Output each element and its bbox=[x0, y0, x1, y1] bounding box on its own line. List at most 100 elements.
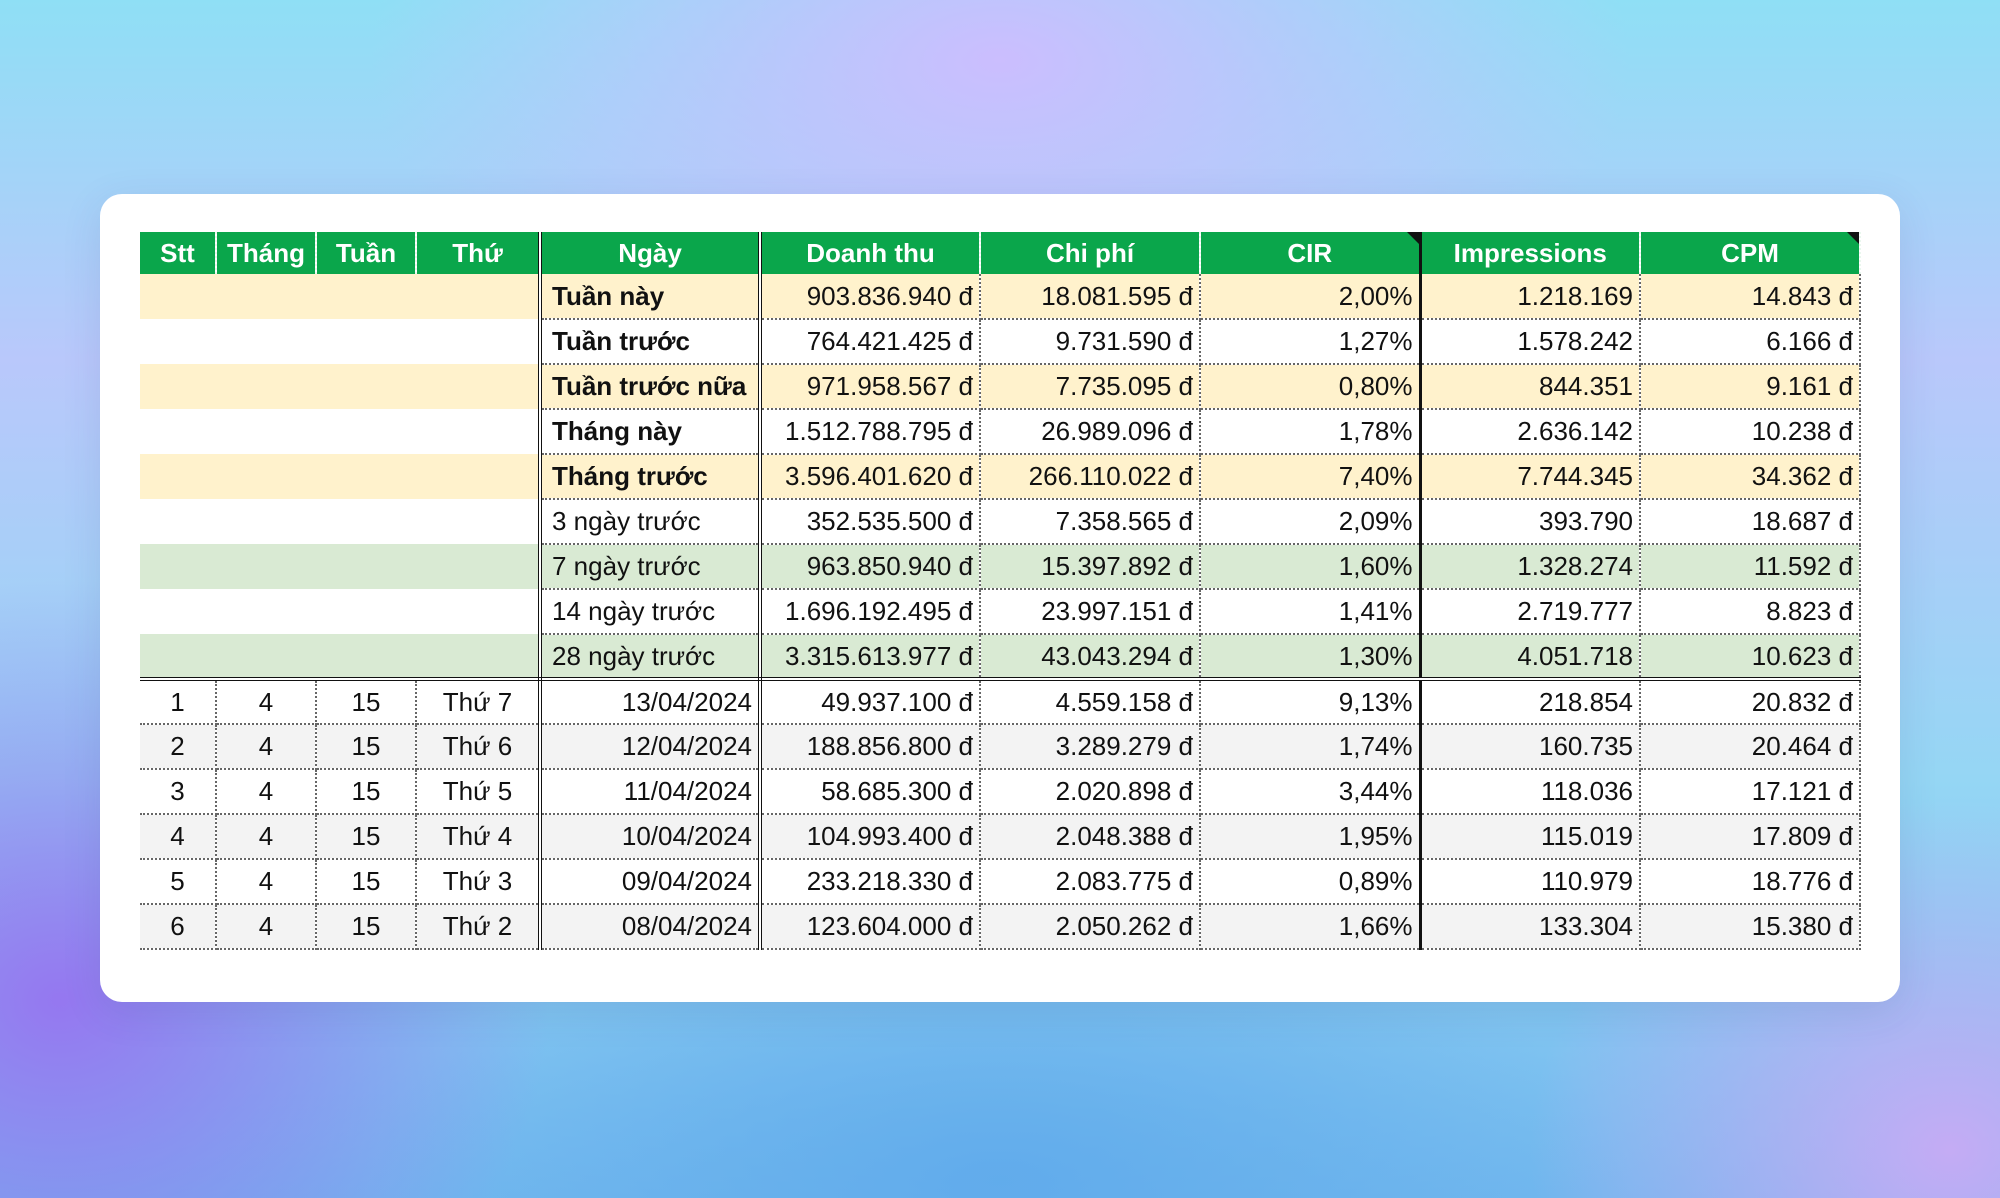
ngay-cell[interactable]: 08/04/2024 bbox=[540, 904, 762, 950]
summary-label[interactable]: Tuần trước bbox=[540, 319, 762, 365]
empty-cell[interactable] bbox=[140, 454, 216, 499]
doanh-thu-cell[interactable]: 49.937.100 đ bbox=[760, 679, 981, 725]
thu-cell[interactable]: Thứ 3 bbox=[416, 859, 542, 905]
stt-cell[interactable]: 6 bbox=[140, 904, 217, 950]
cir-cell[interactable]: 1,66% bbox=[1200, 904, 1422, 950]
cpm-cell[interactable]: 20.464 đ bbox=[1640, 724, 1861, 770]
col-header-ngay[interactable]: Ngày bbox=[540, 232, 762, 274]
cir-cell[interactable]: 9,13% bbox=[1200, 679, 1422, 725]
chi-phi-cell[interactable]: 3.289.279 đ bbox=[980, 724, 1201, 770]
doanh-thu-cell[interactable]: 352.535.500 đ bbox=[760, 499, 981, 545]
empty-cell[interactable] bbox=[140, 319, 216, 364]
cpm-cell[interactable]: 6.166 đ bbox=[1640, 319, 1861, 365]
empty-cell[interactable] bbox=[316, 364, 416, 409]
cpm-cell[interactable]: 34.362 đ bbox=[1640, 454, 1861, 500]
empty-cell[interactable] bbox=[316, 634, 416, 681]
chi-phi-cell[interactable]: 2.083.775 đ bbox=[980, 859, 1201, 905]
col-header-impressions[interactable]: Impressions bbox=[1420, 232, 1641, 274]
empty-cell[interactable] bbox=[316, 544, 416, 589]
summary-label[interactable]: 28 ngày trước bbox=[540, 634, 762, 681]
chi-phi-cell[interactable]: 4.559.158 đ bbox=[980, 679, 1201, 725]
col-header-thu[interactable]: Thứ bbox=[416, 232, 542, 274]
cpm-cell[interactable]: 15.380 đ bbox=[1640, 904, 1861, 950]
doanh-thu-cell[interactable]: 963.850.940 đ bbox=[760, 544, 981, 590]
impressions-cell[interactable]: 1.578.242 bbox=[1420, 319, 1641, 365]
stt-cell[interactable]: 2 bbox=[140, 724, 217, 770]
doanh-thu-cell[interactable]: 58.685.300 đ bbox=[760, 769, 981, 815]
summary-label[interactable]: Tháng trước bbox=[540, 454, 762, 500]
impressions-cell[interactable]: 2.636.142 bbox=[1420, 409, 1641, 455]
thu-cell[interactable]: Thứ 4 bbox=[416, 814, 542, 860]
cpm-cell[interactable]: 18.687 đ bbox=[1640, 499, 1861, 545]
empty-cell[interactable] bbox=[416, 544, 542, 589]
chi-phi-cell[interactable]: 23.997.151 đ bbox=[980, 589, 1201, 635]
chi-phi-cell[interactable]: 2.020.898 đ bbox=[980, 769, 1201, 815]
doanh-thu-cell[interactable]: 1.696.192.495 đ bbox=[760, 589, 981, 635]
cir-cell[interactable]: 1,27% bbox=[1200, 319, 1422, 365]
ngay-cell[interactable]: 12/04/2024 bbox=[540, 724, 762, 770]
empty-cell[interactable] bbox=[140, 499, 216, 544]
col-header-tuan[interactable]: Tuần bbox=[316, 232, 417, 274]
empty-cell[interactable] bbox=[216, 409, 316, 454]
summary-label[interactable]: 14 ngày trước bbox=[540, 589, 762, 635]
cir-cell[interactable]: 2,00% bbox=[1200, 274, 1422, 320]
col-header-cir[interactable]: CIR bbox=[1200, 232, 1422, 274]
cir-cell[interactable]: 1,60% bbox=[1200, 544, 1422, 590]
empty-cell[interactable] bbox=[216, 319, 316, 364]
cpm-cell[interactable]: 10.623 đ bbox=[1640, 634, 1861, 681]
summary-label[interactable]: Tuần trước nữa bbox=[540, 364, 762, 410]
empty-cell[interactable] bbox=[216, 274, 316, 319]
doanh-thu-cell[interactable]: 903.836.940 đ bbox=[760, 274, 981, 320]
thu-cell[interactable]: Thứ 6 bbox=[416, 724, 542, 770]
impressions-cell[interactable]: 4.051.718 bbox=[1420, 634, 1641, 681]
cpm-cell[interactable]: 10.238 đ bbox=[1640, 409, 1861, 455]
doanh-thu-cell[interactable]: 3.315.613.977 đ bbox=[760, 634, 981, 681]
col-header-thang[interactable]: Tháng bbox=[216, 232, 317, 274]
chi-phi-cell[interactable]: 266.110.022 đ bbox=[980, 454, 1201, 500]
impressions-cell[interactable]: 133.304 bbox=[1420, 904, 1641, 950]
empty-cell[interactable] bbox=[316, 454, 416, 499]
doanh-thu-cell[interactable]: 971.958.567 đ bbox=[760, 364, 981, 410]
tuan-cell[interactable]: 15 bbox=[316, 814, 417, 860]
cir-cell[interactable]: 7,40% bbox=[1200, 454, 1422, 500]
cir-cell[interactable]: 1,30% bbox=[1200, 634, 1422, 681]
chi-phi-cell[interactable]: 7.735.095 đ bbox=[980, 364, 1201, 410]
summary-label[interactable]: Tháng này bbox=[540, 409, 762, 455]
tuan-cell[interactable]: 15 bbox=[316, 859, 417, 905]
thu-cell[interactable]: Thứ 2 bbox=[416, 904, 542, 950]
empty-cell[interactable] bbox=[316, 319, 416, 364]
impressions-cell[interactable]: 7.744.345 bbox=[1420, 454, 1641, 500]
empty-cell[interactable] bbox=[416, 589, 542, 634]
thu-cell[interactable]: Thứ 7 bbox=[416, 679, 542, 725]
empty-cell[interactable] bbox=[140, 364, 216, 409]
ngay-cell[interactable]: 11/04/2024 bbox=[540, 769, 762, 815]
tuan-cell[interactable]: 15 bbox=[316, 724, 417, 770]
impressions-cell[interactable]: 393.790 bbox=[1420, 499, 1641, 545]
doanh-thu-cell[interactable]: 233.218.330 đ bbox=[760, 859, 981, 905]
impressions-cell[interactable]: 844.351 bbox=[1420, 364, 1641, 410]
empty-cell[interactable] bbox=[416, 274, 542, 319]
ngay-cell[interactable]: 09/04/2024 bbox=[540, 859, 762, 905]
cir-cell[interactable]: 1,41% bbox=[1200, 589, 1422, 635]
thang-cell[interactable]: 4 bbox=[216, 679, 317, 725]
cpm-cell[interactable]: 14.843 đ bbox=[1640, 274, 1861, 320]
summary-label[interactable]: Tuần này bbox=[540, 274, 762, 320]
cir-cell[interactable]: 1,95% bbox=[1200, 814, 1422, 860]
chi-phi-cell[interactable]: 15.397.892 đ bbox=[980, 544, 1201, 590]
cpm-cell[interactable]: 18.776 đ bbox=[1640, 859, 1861, 905]
empty-cell[interactable] bbox=[216, 454, 316, 499]
thang-cell[interactable]: 4 bbox=[216, 724, 317, 770]
col-header-doanh-thu[interactable]: Doanh thu bbox=[760, 232, 981, 274]
cir-cell[interactable]: 1,74% bbox=[1200, 724, 1422, 770]
thang-cell[interactable]: 4 bbox=[216, 904, 317, 950]
cir-cell[interactable]: 3,44% bbox=[1200, 769, 1422, 815]
stt-cell[interactable]: 3 bbox=[140, 769, 217, 815]
impressions-cell[interactable]: 218.854 bbox=[1420, 679, 1641, 725]
impressions-cell[interactable]: 110.979 bbox=[1420, 859, 1641, 905]
empty-cell[interactable] bbox=[416, 454, 542, 499]
empty-cell[interactable] bbox=[140, 409, 216, 454]
col-header-cpm[interactable]: CPM bbox=[1640, 232, 1861, 274]
doanh-thu-cell[interactable]: 123.604.000 đ bbox=[760, 904, 981, 950]
impressions-cell[interactable]: 160.735 bbox=[1420, 724, 1641, 770]
thang-cell[interactable]: 4 bbox=[216, 859, 317, 905]
